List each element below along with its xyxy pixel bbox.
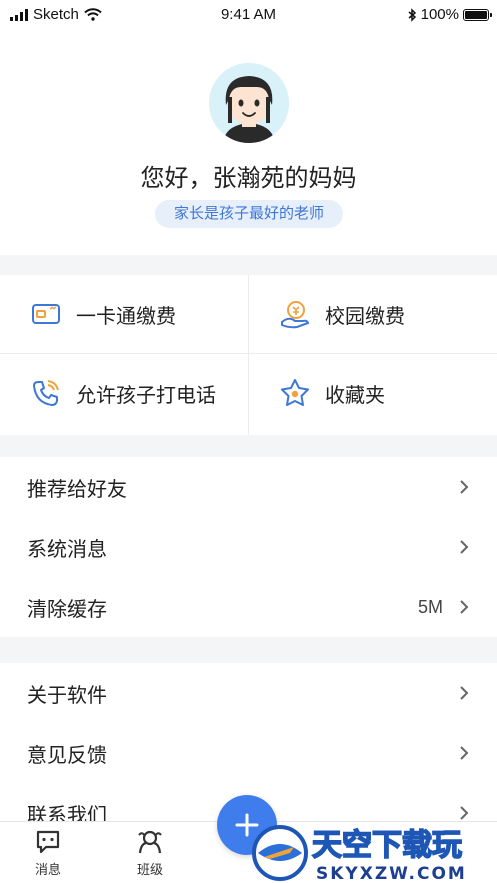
chevron-right-icon [460,540,469,554]
tagline-badge: 家长是孩子最好的老师 [155,200,343,228]
chevron-right-icon [460,686,469,700]
menu-item-clear-cache[interactable]: 清除缓存 5M [0,577,497,637]
menu-item-system-messages[interactable]: 系统消息 [0,517,497,577]
payment-icon [281,301,310,329]
greeting-text: 您好，张瀚苑的妈妈 [140,165,357,192]
tab-class[interactable]: 班级 [120,828,180,878]
menu-item-label: 清除缓存 [27,598,107,621]
chevron-right-icon [460,600,469,614]
tab-class-label: 班级 [136,862,163,877]
menu-item-feedback[interactable]: 意见反馈 [0,723,497,783]
class-icon [138,830,162,854]
chevron-right-icon [460,480,469,494]
menu-item-label: 关于软件 [27,684,107,707]
watermark-domain: SKYXZW.COM [316,864,467,883]
favorites-button[interactable]: 收藏夹 [249,354,497,432]
watermark-title: 天空下载玩 [312,828,462,863]
star-icon [281,379,309,406]
allow-call-button[interactable]: 允许孩子打电话 [0,354,248,432]
card-icon [32,304,60,324]
tab-messages[interactable]: 消息 [18,828,78,878]
chevron-right-icon [460,806,469,820]
battery-icon [463,8,492,21]
tab-messages-label: 消息 [34,862,61,877]
menu-item-label: 联系我们 [27,804,107,822]
allow-call-label: 允许孩子打电话 [76,384,216,407]
card-payment-label: 一卡通缴费 [76,305,176,328]
battery-percent: 100% [420,6,459,23]
menu-group-primary: 推荐给好友 系统消息 清除缓存 5M [0,457,497,637]
avatar[interactable] [209,63,289,143]
quick-actions-grid: 一卡通缴费 校园缴费 允许孩子打电话 收藏夹 [0,275,497,435]
status-bar: Sketch 9:41 AM 100% [0,0,497,30]
card-payment-button[interactable]: 一卡通缴费 [0,275,248,353]
campus-payment-label: 校园缴费 [325,305,405,328]
menu-item-about[interactable]: 关于软件 [0,663,497,723]
watermark-logo: 天空下载玩 SKYXZW.COM [250,823,497,883]
campus-payment-button[interactable]: 校园缴费 [249,275,497,353]
menu-item-recommend[interactable]: 推荐给好友 [0,457,497,517]
avatar-image [209,63,289,143]
chevron-right-icon [460,746,469,760]
favorites-label: 收藏夹 [325,384,385,407]
menu-item-label: 意见反馈 [27,744,107,767]
bluetooth-icon [408,7,416,22]
watermark-graphic: 天空下载玩 SKYXZW.COM [252,825,467,883]
message-icon [36,830,60,854]
profile-header: 您好，张瀚苑的妈妈 家长是孩子最好的老师 [0,30,497,255]
cache-size-value: 5M [417,596,443,617]
menu-item-label: 推荐给好友 [27,478,127,501]
phone-icon [33,380,59,406]
menu-item-label: 系统消息 [27,538,107,561]
